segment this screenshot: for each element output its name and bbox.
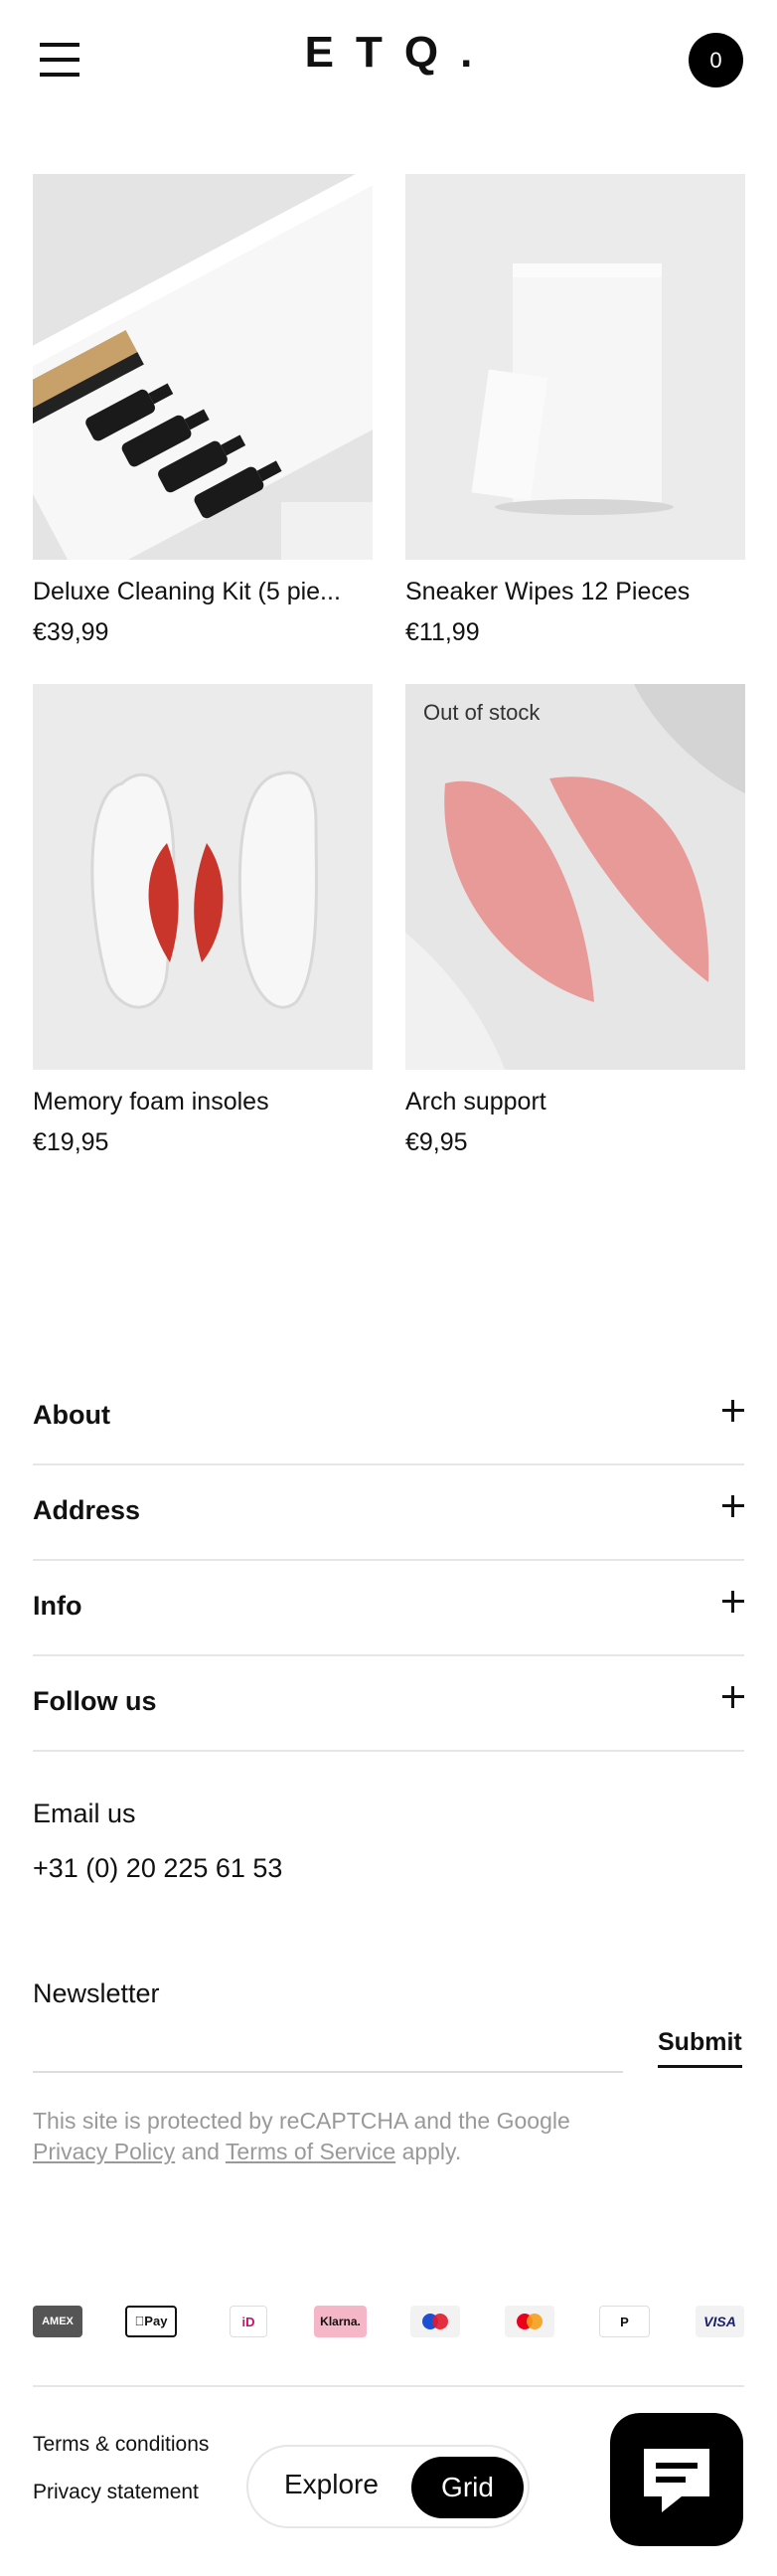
grid-view-button[interactable]: Grid: [411, 2457, 524, 2518]
amex-icon: AMEX: [33, 2306, 82, 2337]
insoles-illustration: [33, 684, 373, 1070]
site-logo[interactable]: ETQ.: [0, 28, 777, 78]
maestro-icon: [410, 2306, 460, 2337]
ideal-icon: iD: [230, 2306, 267, 2337]
footer-accordion-info[interactable]: Info: [33, 1559, 744, 1656]
explore-view-button[interactable]: Explore: [284, 2469, 379, 2500]
cart-button[interactable]: 0: [689, 33, 743, 87]
product-name[interactable]: Sneaker Wipes 12 Pieces: [405, 578, 745, 606]
product-card-cleaning-kit[interactable]: Deluxe Cleaning Kit (5 pie... €39,99: [33, 174, 373, 647]
terms-conditions-link[interactable]: Terms & conditions: [33, 2433, 209, 2457]
newsletter-email-input[interactable]: [33, 2071, 623, 2073]
newsletter-label: Newsletter: [33, 1978, 160, 2008]
recaptcha-and: and: [181, 2139, 220, 2164]
maestro-symbol: [422, 2314, 448, 2329]
footer-accordion-address[interactable]: Address: [33, 1463, 744, 1561]
recaptcha-suffix: apply.: [401, 2139, 462, 2164]
product-image-insoles[interactable]: [33, 684, 373, 1070]
footer-accordion-about[interactable]: About: [33, 1368, 744, 1465]
accordion-label: Address: [33, 1495, 141, 1525]
product-image-sneaker-wipes[interactable]: [405, 174, 745, 560]
product-price: €19,95: [33, 1128, 109, 1156]
view-toggle: Explore Grid: [246, 2445, 530, 2528]
klarna-icon: Klarna.: [314, 2306, 367, 2337]
product-price: €39,99: [33, 618, 109, 646]
product-name[interactable]: Deluxe Cleaning Kit (5 pie...: [33, 578, 373, 606]
product-image-cleaning-kit[interactable]: [33, 174, 373, 560]
plus-icon[interactable]: [722, 1686, 744, 1708]
visa-icon: VISA: [696, 2306, 744, 2337]
product-card-memory-foam-insoles[interactable]: Memory foam insoles €19,95: [33, 684, 373, 1157]
apple-pay-label: Pay: [139, 2314, 167, 2328]
product-name[interactable]: Arch support: [405, 1088, 745, 1116]
apple-pay-icon: Pay: [125, 2306, 177, 2337]
product-card-arch-support[interactable]: Out of stock Arch support €9,95: [405, 684, 745, 1157]
newsletter-submit-button[interactable]: Submit: [658, 2028, 742, 2068]
out-of-stock-badge: Out of stock: [423, 700, 541, 725]
footer-divider: [33, 2385, 744, 2387]
cleaning-kit-illustration: [33, 174, 373, 560]
footer-accordion-follow-us[interactable]: Follow us: [33, 1654, 744, 1752]
product-image-arch-support[interactable]: Out of stock: [405, 684, 745, 1070]
recaptcha-notice: This site is protected by reCAPTCHA and …: [33, 2106, 669, 2167]
accordion-label: Info: [33, 1591, 82, 1621]
site-header: ETQ. 0: [0, 0, 777, 119]
product-price: €11,99: [405, 618, 480, 646]
terms-of-service-link[interactable]: Terms of Service: [226, 2139, 395, 2164]
plus-icon[interactable]: [722, 1400, 744, 1422]
phone-number[interactable]: +31 (0) 20 225 61 53: [33, 1853, 282, 1884]
product-card-sneaker-wipes[interactable]: Sneaker Wipes 12 Pieces €11,99: [405, 174, 745, 647]
privacy-policy-link[interactable]: Privacy Policy: [33, 2139, 175, 2164]
accordion-label: About: [33, 1400, 110, 1430]
recaptcha-text: This site is protected by reCAPTCHA and …: [33, 2108, 570, 2134]
email-us-link[interactable]: Email us: [33, 1799, 136, 1829]
arch-support-illustration: [405, 684, 745, 1070]
plus-icon[interactable]: [722, 1591, 744, 1613]
sneaker-wipes-illustration: [405, 174, 745, 560]
chat-icon: [644, 2449, 709, 2512]
accordion-label: Follow us: [33, 1686, 157, 1716]
paypal-icon: P: [599, 2306, 650, 2337]
product-name[interactable]: Memory foam insoles: [33, 1088, 373, 1116]
product-price: €9,95: [405, 1128, 468, 1156]
chat-button[interactable]: [610, 2413, 743, 2546]
mastercard-icon: [505, 2306, 554, 2337]
mastercard-symbol: [517, 2314, 543, 2329]
privacy-statement-link[interactable]: Privacy statement: [33, 2481, 199, 2504]
plus-icon[interactable]: [722, 1495, 744, 1517]
